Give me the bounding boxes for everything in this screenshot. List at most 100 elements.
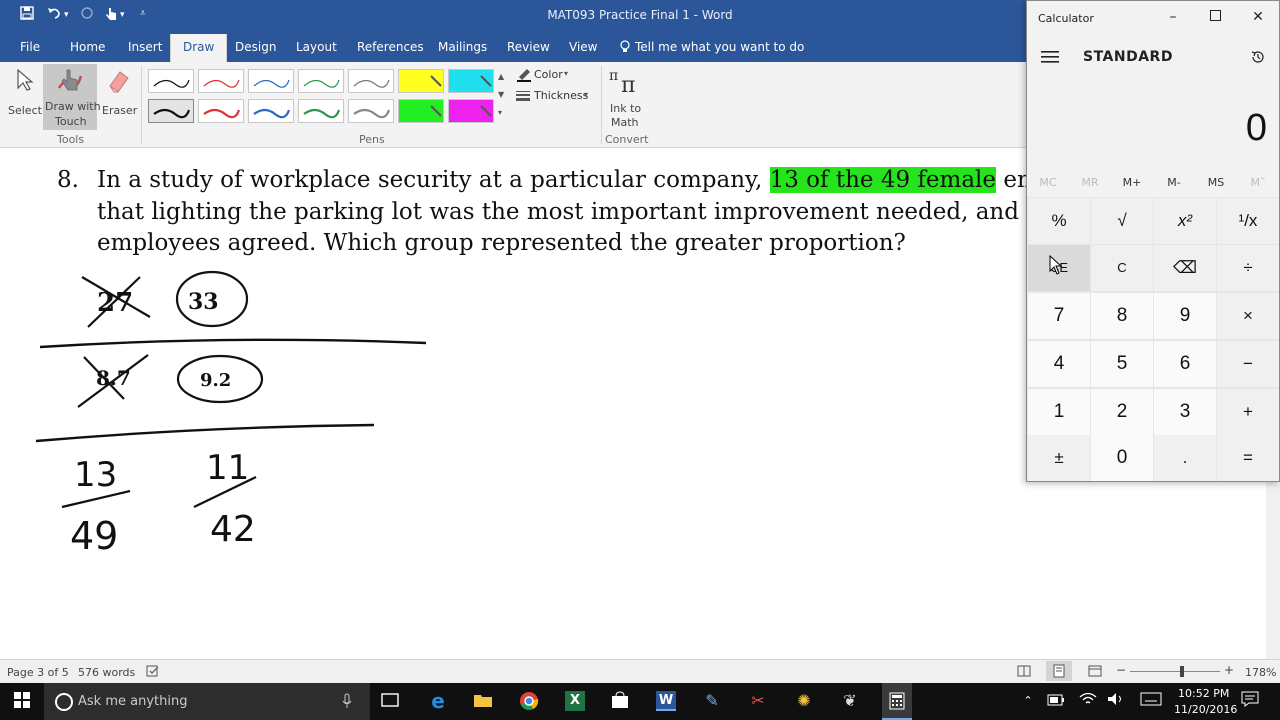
maximize-icon[interactable] <box>1205 9 1225 25</box>
pen-red-thin[interactable] <box>198 69 244 93</box>
highlighter-magenta[interactable] <box>448 99 494 123</box>
percent-button[interactable]: % <box>1028 198 1090 244</box>
select-button[interactable]: Select <box>8 66 42 118</box>
digit-4-button[interactable]: 4 <box>1028 341 1090 387</box>
thickness-button[interactable]: Thickness ▾ <box>514 88 600 104</box>
web-layout-icon[interactable] <box>1088 664 1102 681</box>
read-mode-icon[interactable] <box>1017 664 1031 681</box>
tab-review[interactable]: Review <box>507 40 550 54</box>
digit-2-button[interactable]: 2 <box>1091 389 1153 435</box>
tab-draw[interactable]: Draw <box>170 34 228 62</box>
reciprocal-button[interactable]: ¹/x <box>1217 198 1279 244</box>
volume-icon[interactable] <box>1106 691 1126 711</box>
chrome-icon[interactable] <box>519 691 539 711</box>
highlighter-yellow[interactable] <box>398 69 444 93</box>
eraser-button[interactable]: Eraser <box>100 66 137 118</box>
highlighter-cyan[interactable] <box>448 69 494 93</box>
word-count[interactable]: 576 words <box>78 666 135 679</box>
pen-black-thin[interactable] <box>148 69 194 93</box>
battery-icon[interactable] <box>1046 691 1066 711</box>
backspace-button[interactable]: ⌫ <box>1154 245 1216 291</box>
zoom-slider-thumb[interactable] <box>1180 666 1184 677</box>
clock-time[interactable]: 10:52 PM <box>1178 687 1229 700</box>
page-count[interactable]: Page 3 of 5 <box>7 666 69 679</box>
digit-5-button[interactable]: 5 <box>1091 341 1153 387</box>
paint-icon[interactable]: ✺ <box>794 691 814 711</box>
file-explorer-icon[interactable] <box>473 691 493 711</box>
pen-black-thick[interactable] <box>148 99 194 123</box>
pen-gray-thick[interactable] <box>348 99 394 123</box>
tab-mailings[interactable]: Mailings <box>438 40 487 54</box>
add-button[interactable]: + <box>1217 389 1279 435</box>
paint-palette-icon[interactable]: ❦ <box>840 691 860 711</box>
digit-8-button[interactable]: 8 <box>1091 293 1153 339</box>
pen-blue-thin[interactable] <box>248 69 294 93</box>
memory-list-button[interactable]: M˜ <box>1238 176 1278 189</box>
pen-blue-thick[interactable] <box>248 99 294 123</box>
snipping-icon[interactable]: ✂ <box>748 691 768 711</box>
square-button[interactable]: x² <box>1154 198 1216 244</box>
word-icon[interactable]: W <box>656 691 676 711</box>
tab-insert[interactable]: Insert <box>128 40 162 54</box>
wifi-icon[interactable] <box>1078 691 1098 711</box>
digit-0-button[interactable]: 0 <box>1091 435 1153 481</box>
digit-1-button[interactable]: 1 <box>1028 389 1090 435</box>
draw-with-touch-button[interactable]: Draw with Touch <box>43 64 101 130</box>
color-button[interactable]: Color ▾ <box>514 67 594 83</box>
gallery-up-icon[interactable]: ▲ <box>498 72 504 81</box>
gallery-down-icon[interactable]: ▼ <box>498 90 504 99</box>
tab-references[interactable]: References <box>357 40 424 54</box>
equals-button[interactable]: = <box>1217 435 1279 481</box>
minimize-icon[interactable]: – <box>1163 9 1183 25</box>
digit-9-button[interactable]: 9 <box>1154 293 1216 339</box>
tab-home[interactable]: Home <box>70 40 105 54</box>
clock-date[interactable]: 11/20/2016 <box>1174 703 1237 716</box>
start-windows-icon[interactable] <box>12 691 32 711</box>
print-layout-icon[interactable] <box>1046 661 1072 681</box>
ink-to-math-button[interactable]: π π Ink to Math <box>605 66 645 130</box>
zoom-out-button[interactable]: − <box>1116 663 1126 677</box>
calculator-taskbar-icon[interactable] <box>882 683 912 720</box>
zoom-slider[interactable] <box>1130 671 1220 672</box>
divide-button[interactable]: ÷ <box>1217 245 1279 291</box>
tab-file[interactable]: File <box>20 40 40 54</box>
calculator-title-bar[interactable]: Calculator – ✕ <box>1027 1 1279 35</box>
decimal-button[interactable]: . <box>1154 435 1216 481</box>
proofing-icon[interactable] <box>146 664 160 681</box>
tab-layout[interactable]: Layout <box>296 40 337 54</box>
clear-button[interactable]: C <box>1091 245 1153 291</box>
tell-me-box[interactable]: Tell me what you want to do <box>635 40 804 54</box>
zoom-in-button[interactable]: + <box>1224 663 1234 677</box>
digit-3-button[interactable]: 3 <box>1154 389 1216 435</box>
highlighter-green[interactable] <box>398 99 444 123</box>
task-view-icon[interactable] <box>380 691 400 711</box>
tab-design[interactable]: Design <box>235 40 276 54</box>
pen-green-thin[interactable] <box>298 69 344 93</box>
pen-app-icon[interactable]: ✎ <box>702 691 722 711</box>
pen-red-thick[interactable] <box>198 99 244 123</box>
memory-store-button[interactable]: MS <box>1196 176 1236 189</box>
store-icon[interactable] <box>610 691 630 711</box>
memory-clear-button[interactable]: MC <box>1028 176 1068 189</box>
action-center-icon[interactable] <box>1240 691 1260 711</box>
pen-green-thick[interactable] <box>298 99 344 123</box>
zoom-level[interactable]: 178% <box>1245 666 1276 679</box>
multiply-button[interactable]: × <box>1217 293 1279 339</box>
excel-icon[interactable]: X <box>565 691 585 711</box>
subtract-button[interactable]: − <box>1217 341 1279 387</box>
memory-add-button[interactable]: M+ <box>1112 176 1152 189</box>
chevron-up-icon[interactable]: ⌃ <box>1018 691 1038 711</box>
cortana-search-box[interactable]: Ask me anything <box>44 683 370 720</box>
gallery-more-icon[interactable]: ▾ <box>498 108 502 117</box>
microphone-icon[interactable] <box>342 693 352 709</box>
memory-recall-button[interactable]: MR <box>1070 176 1110 189</box>
negate-button[interactable]: ± <box>1028 435 1090 481</box>
memory-subtract-button[interactable]: M- <box>1154 176 1194 189</box>
sqrt-button[interactable]: √ <box>1091 198 1153 244</box>
digit-7-button[interactable]: 7 <box>1028 293 1090 339</box>
pen-gray-thin[interactable] <box>348 69 394 93</box>
tab-view[interactable]: View <box>569 40 597 54</box>
keyboard-icon[interactable] <box>1140 691 1162 711</box>
hamburger-menu-icon[interactable] <box>1041 49 1059 68</box>
history-icon[interactable] <box>1250 49 1266 69</box>
